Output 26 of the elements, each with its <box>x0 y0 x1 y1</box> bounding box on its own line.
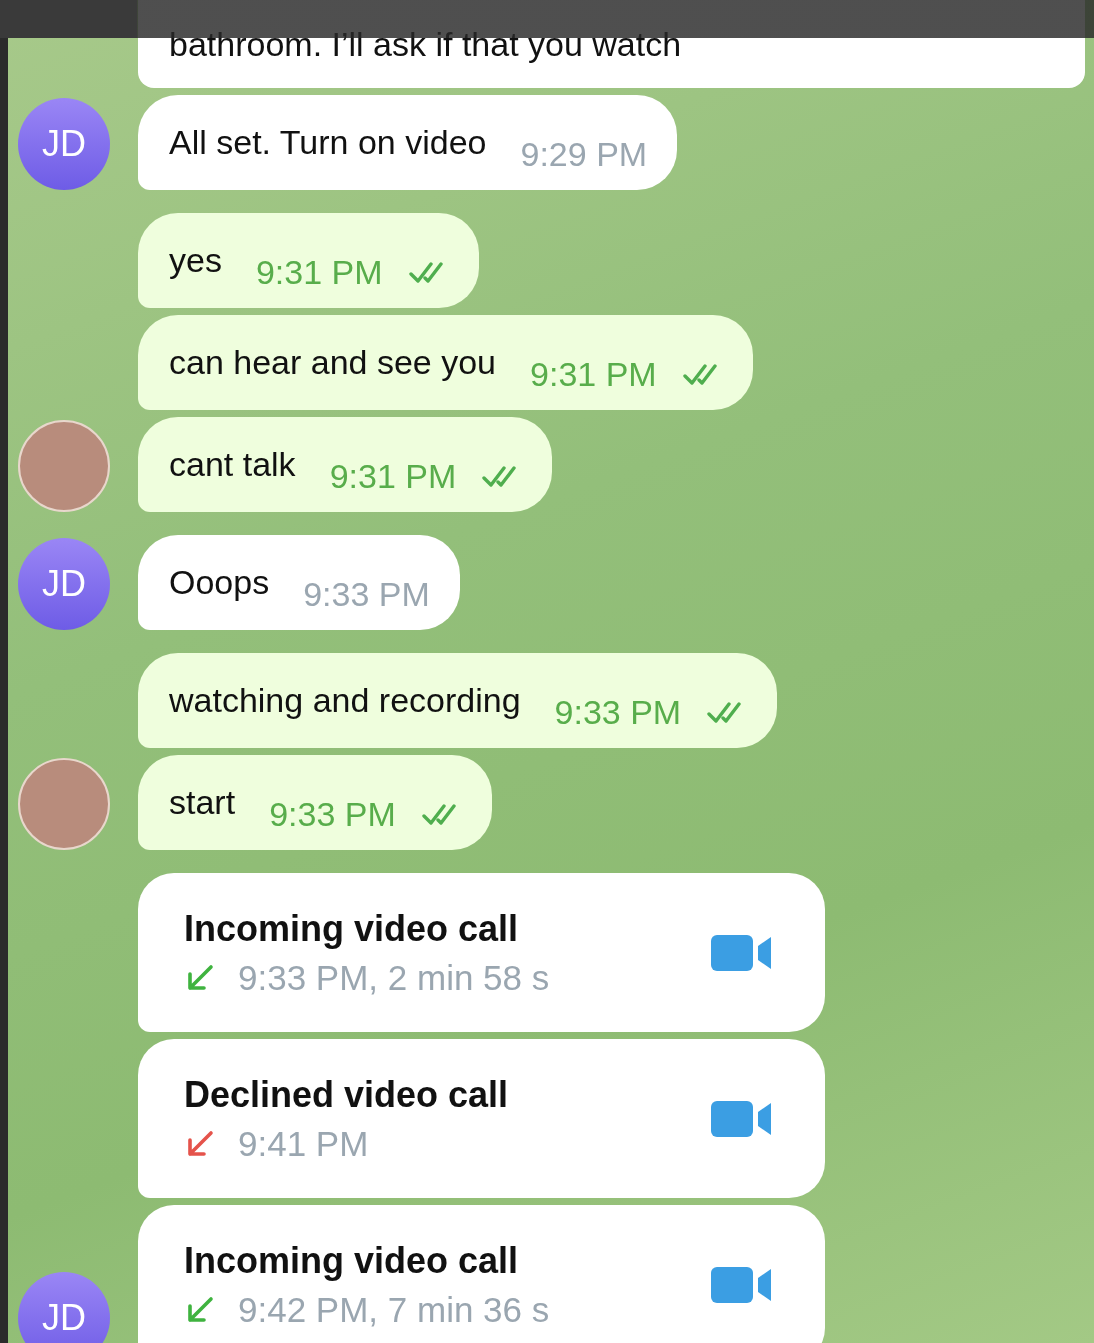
message-text: Ooops <box>169 562 270 603</box>
call-card[interactable]: Incoming video call 9:42 PM, 7 min 36 s <box>138 1205 825 1343</box>
call-card[interactable]: Declined video call 9:41 PM <box>138 1039 825 1198</box>
call-title: Declined video call <box>184 1073 509 1116</box>
message-text: yes <box>169 240 222 281</box>
message-text: watching and recording <box>169 680 521 721</box>
call-detail: 9:33 PM, 2 min 58 s <box>238 957 550 998</box>
call-title: Incoming video call <box>184 907 520 950</box>
call-card[interactable]: Incoming video call 9:33 PM, 2 min 58 s <box>138 873 825 1032</box>
message-time: 9:31 PM <box>255 252 383 293</box>
call-detail: 9:42 PM, 7 min 36 s <box>238 1289 550 1330</box>
message-time: 9:33 PM <box>269 794 396 835</box>
message-text: can hear and see you <box>169 342 497 383</box>
call-detail: 9:41 PM <box>238 1123 369 1164</box>
avatar[interactable]: JD <box>18 1272 110 1343</box>
message-time: 9:33 PM <box>554 692 682 733</box>
message-text: cant talk <box>169 444 296 485</box>
message-time: 9:31 PM <box>329 456 457 497</box>
avatar[interactable]: JD <box>18 538 110 630</box>
message-text: start <box>169 782 236 823</box>
message-time: 9:29 PM <box>520 134 648 175</box>
avatar[interactable]: JD <box>18 98 110 190</box>
call-title: Incoming video call <box>184 1239 520 1282</box>
message-time: 9:31 PM <box>530 354 657 395</box>
message-text: All set. Turn on video <box>169 122 487 163</box>
message-time: 9:33 PM <box>303 574 430 615</box>
